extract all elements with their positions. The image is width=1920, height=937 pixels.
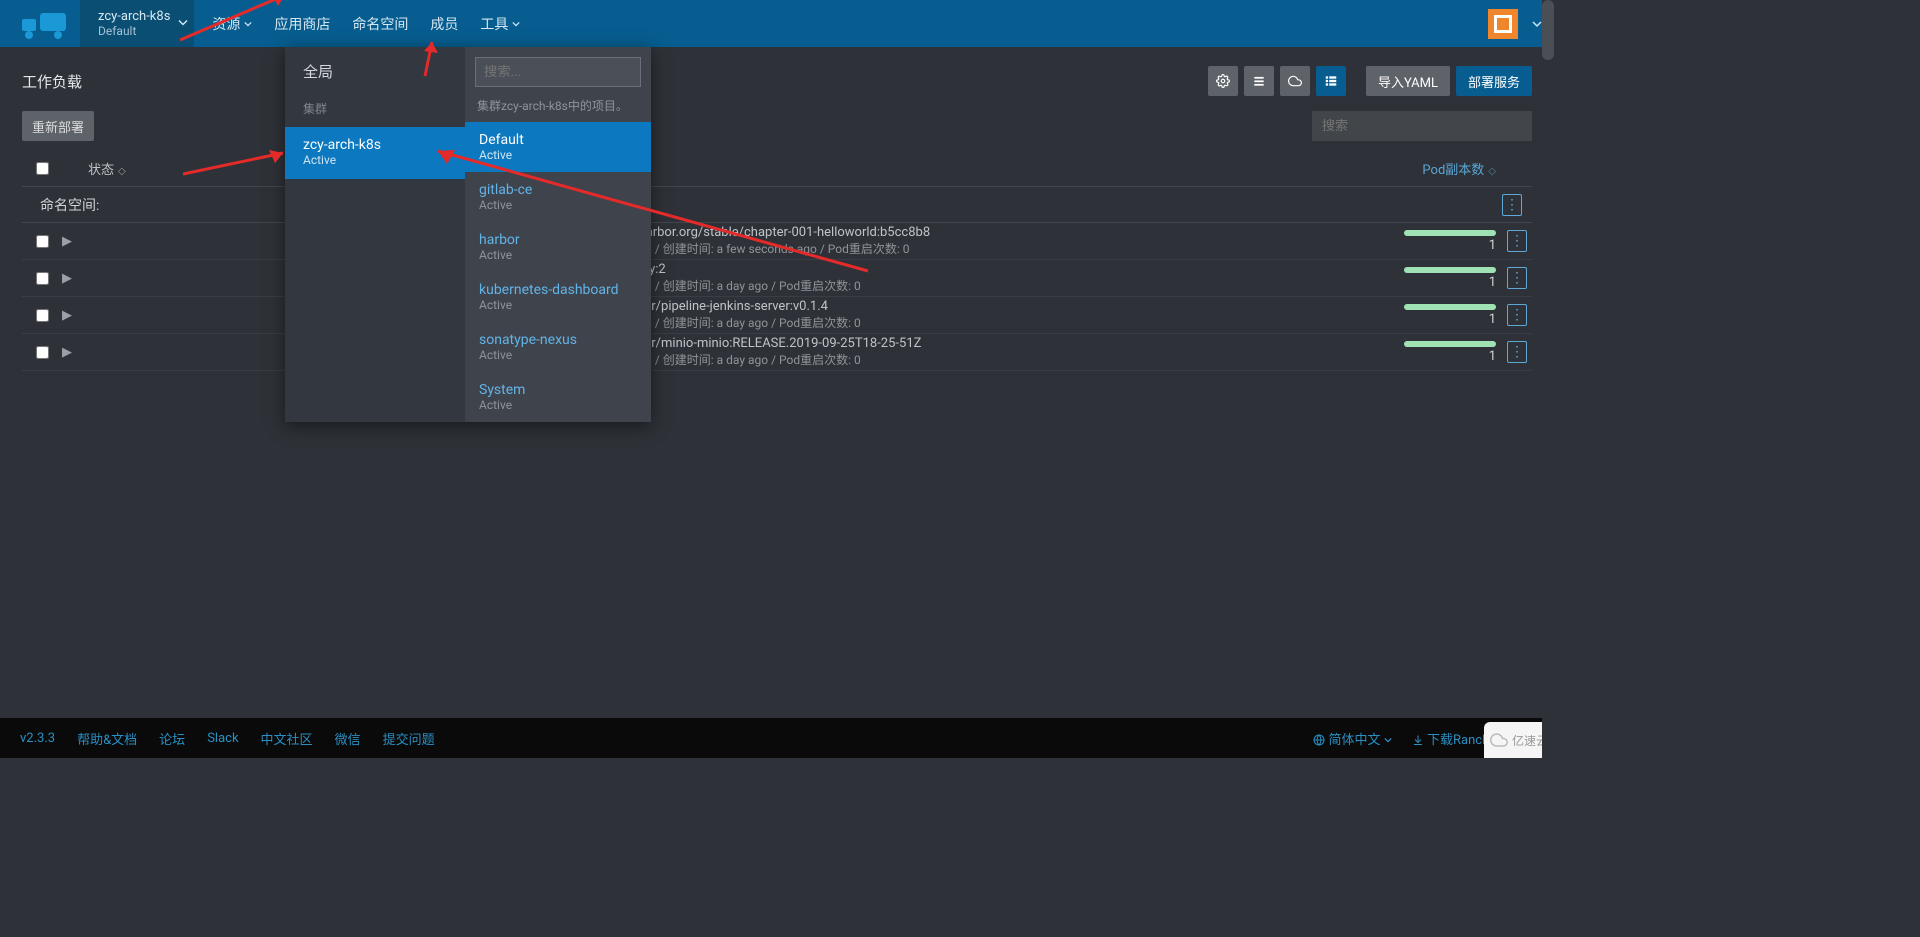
cluster-sub: Default	[98, 24, 170, 38]
redeploy-button[interactable]: 重新部署	[22, 111, 94, 141]
sort-icon: ◇	[1488, 166, 1496, 177]
dropdown-search-input[interactable]	[475, 57, 641, 87]
play-icon[interactable]: ▶	[62, 234, 88, 249]
dropdown-section-label: 集群	[285, 96, 465, 127]
row-meta: 1个Pod / 创建时间: a day ago / Pod重启次数: 0	[612, 277, 1372, 294]
download-icon	[1412, 734, 1424, 746]
row-checkbox[interactable]	[36, 346, 49, 359]
globe-icon	[1313, 734, 1325, 746]
row-menu-button[interactable]: ⋮	[1502, 194, 1522, 216]
namespace-label: 命名空间:	[40, 195, 99, 215]
row-checkbox[interactable]	[36, 309, 49, 322]
row-checkbox[interactable]	[36, 272, 49, 285]
pod-count: 1	[1489, 275, 1496, 290]
col-status[interactable]: 状态◇	[88, 159, 154, 178]
row-image: rancher/minio-minio:RELEASE.2019-09-25T1…	[612, 336, 1372, 351]
dropdown-cluster-item[interactable]: zcy-arch-k8s Active	[285, 127, 465, 179]
row-meta: 1个Pod / 创建时间: a day ago / Pod重启次数: 0	[612, 314, 1372, 331]
tab-workloads[interactable]: 工作负载	[22, 71, 82, 92]
cluster-name: zcy-arch-k8s	[98, 9, 170, 24]
table-row: ▶rancher/pipeline-jenkins-server:v0.1.41…	[22, 297, 1532, 334]
footer-wechat[interactable]: 微信	[335, 729, 361, 748]
row-image: jiuxi.harbor.org/stable/chapter-001-hell…	[612, 225, 1372, 240]
dropdown-project-item[interactable]: DefaultActive	[465, 122, 651, 172]
pod-count: 1	[1489, 312, 1496, 327]
select-all-checkbox[interactable]	[36, 162, 49, 175]
cloud-icon	[1490, 731, 1508, 749]
row-meta: 1个Pod / 创建时间: a few seconds ago / Pod重启次…	[612, 240, 1372, 257]
dropdown-project-item[interactable]: kubernetes-dashboardActive	[465, 272, 651, 322]
row-image: registry:2	[612, 262, 1372, 277]
row-meta: 1个Pod / 创建时间: a day ago / Pod重启次数: 0	[612, 351, 1372, 368]
play-icon[interactable]: ▶	[62, 345, 88, 360]
dropdown-project-item[interactable]: SystemActive	[465, 372, 651, 422]
chevron-down-icon	[1384, 736, 1392, 744]
play-icon[interactable]: ▶	[62, 308, 88, 323]
dropdown-project-item[interactable]: harborActive	[465, 222, 651, 272]
chevron-down-icon	[244, 20, 252, 28]
filter-search-input[interactable]	[1312, 111, 1532, 141]
col-pod-replicas[interactable]: Pod副本数◇	[1372, 159, 1502, 178]
row-menu-button[interactable]: ⋮	[1507, 304, 1527, 326]
nav-members[interactable]: 成员	[430, 14, 458, 34]
pod-progress	[1404, 341, 1496, 347]
view-gear-icon[interactable]	[1208, 66, 1238, 96]
chevron-down-icon[interactable]	[1532, 19, 1542, 29]
table-header: 状态◇ 镜像◇ Pod副本数◇	[22, 151, 1532, 187]
chevron-down-icon	[178, 16, 188, 31]
row-checkbox[interactable]	[36, 235, 49, 248]
footer-slack[interactable]: Slack	[207, 731, 238, 746]
footer: v2.3.3 帮助&文档 论坛 Slack 中文社区 微信 提交问题 简体中文 …	[0, 718, 1554, 758]
view-cloud-icon[interactable]	[1280, 66, 1310, 96]
footer-issue[interactable]: 提交问题	[383, 729, 435, 748]
deploy-button[interactable]: 部署服务	[1456, 66, 1532, 96]
logo[interactable]	[22, 0, 80, 47]
table-row: ▶ registry:21个Pod / 创建时间: a day ago / Pod…	[22, 260, 1532, 297]
pod-progress	[1404, 304, 1496, 310]
footer-cn-community[interactable]: 中文社区	[261, 729, 313, 748]
dropdown-project-item[interactable]: gitlab-ceActive	[465, 172, 651, 222]
pod-count: 1	[1489, 238, 1496, 253]
nav-tools[interactable]: 工具	[480, 14, 520, 34]
view-list-icon[interactable]	[1244, 66, 1274, 96]
pod-progress	[1404, 267, 1496, 273]
row-menu-button[interactable]: ⋮	[1507, 267, 1527, 289]
nav-resources[interactable]: 资源	[212, 14, 252, 34]
table-row: ▶ jiuxi.harbor.org/stable/chapter-001-hel…	[22, 223, 1532, 260]
namespace-row: 命名空间: ⋮	[22, 187, 1532, 223]
footer-version: v2.3.3	[20, 731, 55, 746]
scrollbar[interactable]	[1542, 0, 1554, 758]
row-menu-button[interactable]: ⋮	[1507, 230, 1527, 252]
play-icon[interactable]: ▶	[62, 271, 88, 286]
dropdown-project-item[interactable]: sonatype-nexusActive	[465, 322, 651, 372]
sort-icon: ◇	[118, 166, 126, 177]
pod-progress	[1404, 230, 1496, 236]
cluster-project-dropdown: 全局 集群 zcy-arch-k8s Active 集群zcy-arch-k8s…	[285, 47, 651, 422]
row-menu-button[interactable]: ⋮	[1507, 341, 1527, 363]
dropdown-global[interactable]: 全局	[285, 47, 465, 96]
view-group-icon[interactable]	[1316, 66, 1346, 96]
scrollbar-thumb[interactable]	[1542, 0, 1554, 60]
chevron-down-icon	[512, 20, 520, 28]
row-image: rancher/pipeline-jenkins-server:v0.1.4	[612, 299, 1372, 314]
footer-forum[interactable]: 论坛	[159, 729, 185, 748]
nav-namespaces[interactable]: 命名空间	[352, 14, 408, 34]
table-row: ▶ rancher/minio-minio:RELEASE.2019-09-25T…	[22, 334, 1532, 371]
import-yaml-button[interactable]: 导入YAML	[1366, 66, 1450, 96]
avatar[interactable]	[1488, 9, 1518, 39]
footer-lang[interactable]: 简体中文	[1313, 729, 1391, 748]
cluster-selector[interactable]: zcy-arch-k8s Default	[80, 0, 194, 47]
dropdown-hint: 集群zcy-arch-k8s中的项目。	[465, 97, 651, 122]
pod-count: 1	[1489, 349, 1496, 364]
nav-app-store[interactable]: 应用商店	[274, 14, 330, 34]
footer-help[interactable]: 帮助&文档	[77, 729, 137, 748]
